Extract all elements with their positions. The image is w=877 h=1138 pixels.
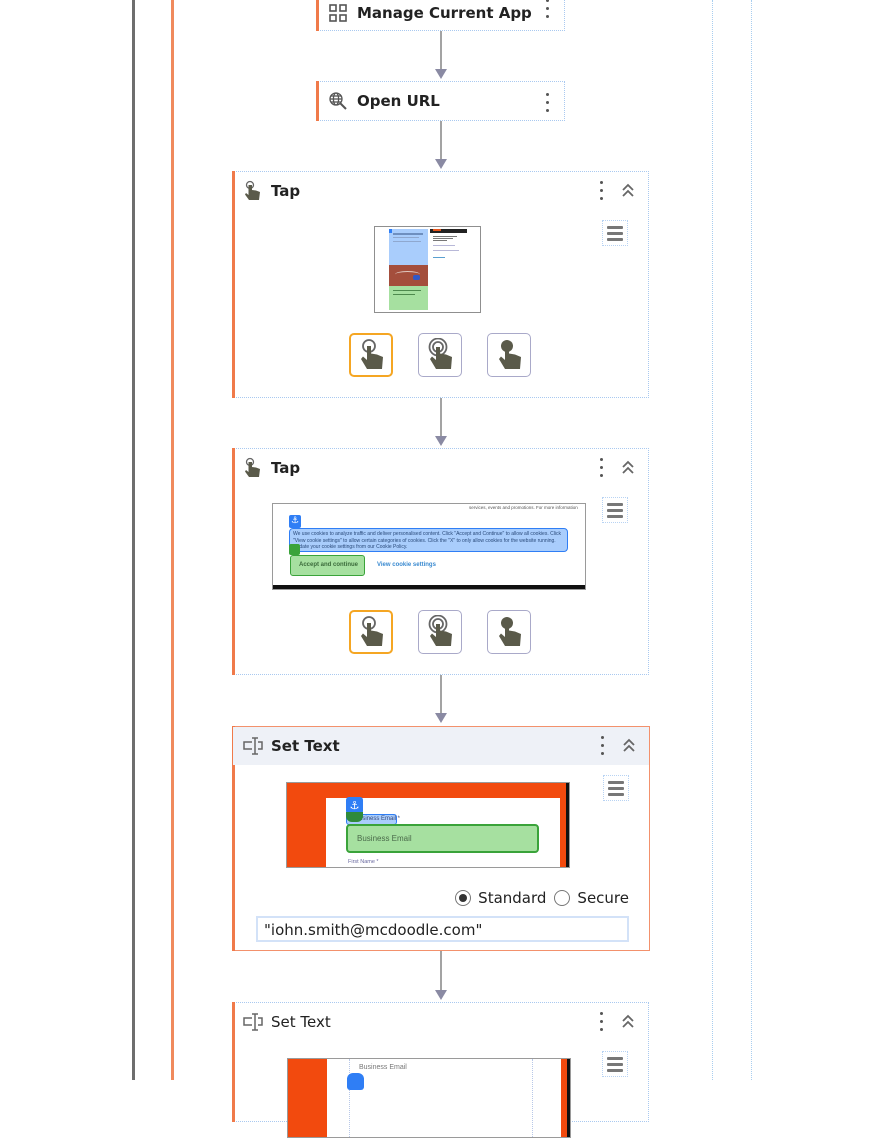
collapse-icon[interactable] (621, 736, 637, 754)
tap-mode-double-tap-button[interactable] (418, 610, 462, 654)
more-options-icon[interactable] (598, 1012, 604, 1031)
step-set-text-2[interactable]: Set Text Business Email (232, 1002, 649, 1138)
step-tap-1[interactable]: Tap (232, 171, 649, 398)
long-press-icon (499, 340, 521, 369)
guide-line (712, 0, 713, 1080)
target-marker (289, 544, 300, 555)
field-label: Business Email (359, 1064, 407, 1071)
step-header: Tap (233, 172, 648, 210)
step-title: Set Text (271, 1013, 331, 1031)
more-options-icon[interactable] (598, 181, 604, 200)
step-set-text-1[interactable]: Set Text ⚓ Business Email * Business Ema… (232, 726, 650, 951)
connector-line (440, 951, 442, 990)
radio-standard[interactable] (455, 890, 472, 906)
tap-mode-double-tap-button[interactable] (418, 333, 462, 377)
screenshot-thumbnail[interactable] (374, 226, 481, 313)
step-tap-2[interactable]: Tap services, events and promotions. For… (232, 448, 649, 675)
tap-mode-long-press-button[interactable] (487, 333, 531, 377)
text-cursor-icon (242, 1011, 264, 1033)
connector-line (440, 398, 442, 436)
next-field-label: First Name * (348, 859, 379, 865)
group-flow-line (171, 0, 174, 1080)
globe-search-icon (327, 90, 349, 112)
arrow-down-icon (435, 159, 447, 169)
guide-line (751, 0, 752, 1080)
radio-secure[interactable] (554, 890, 571, 906)
long-press-icon (499, 617, 521, 646)
connector-line (440, 121, 442, 159)
radio-standard-label[interactable]: Standard (478, 889, 546, 907)
screenshot-thumbnail[interactable]: services, events and promotions. For mor… (272, 503, 586, 590)
grid-icon (327, 2, 349, 24)
tap-mode-selector (349, 610, 531, 654)
step-open-url[interactable]: Open URL (316, 81, 565, 121)
double-tap-icon (428, 338, 452, 369)
step-title: Set Text (271, 737, 340, 755)
details-menu-button[interactable] (603, 775, 629, 801)
details-menu-button[interactable] (602, 1051, 628, 1077)
collapse-icon[interactable] (620, 1012, 636, 1030)
text-value-input[interactable]: "iohn.smith@mcdoodle.com" (256, 916, 629, 942)
step-header: Tap (233, 449, 648, 487)
tap-mode-long-press-button[interactable] (487, 610, 531, 654)
single-tap-icon (361, 616, 383, 646)
thumb-top-text: services, events and promotions. For mor… (469, 505, 578, 510)
more-options-icon[interactable] (599, 736, 605, 755)
anchor-marker (347, 1073, 364, 1090)
tap-icon (242, 180, 264, 202)
details-menu-button[interactable] (602, 220, 628, 246)
screenshot-thumbnail[interactable]: ⚓ Business Email * Business Email First … (286, 782, 570, 868)
more-options-icon[interactable] (598, 458, 604, 477)
step-header: Set Text (233, 1003, 648, 1041)
text-cursor-icon (242, 735, 264, 757)
outer-flow-line (132, 0, 135, 1080)
accept-button-highlight: Accept and continue (290, 555, 365, 576)
connector-line (440, 31, 442, 69)
more-options-icon[interactable] (544, 0, 550, 18)
radio-secure-label[interactable]: Secure (577, 889, 629, 907)
step-header: Set Text (233, 727, 649, 765)
more-options-icon[interactable] (544, 93, 550, 112)
arrow-down-icon (435, 713, 447, 723)
step-title: Open URL (357, 92, 440, 110)
step-title: Manage Current App (357, 3, 532, 22)
input-mode-selector: Standard Secure (455, 889, 629, 907)
screenshot-thumbnail[interactable]: Business Email (287, 1058, 571, 1138)
single-tap-icon (361, 339, 383, 369)
collapse-icon[interactable] (620, 458, 636, 476)
double-tap-icon (428, 615, 452, 646)
step-title: Tap (271, 459, 301, 477)
tap-mode-tap-button[interactable] (349, 333, 393, 377)
tap-icon (242, 457, 264, 479)
arrow-down-icon (435, 69, 447, 79)
arrow-down-icon (435, 436, 447, 446)
anchor-marker: ⚓ (289, 515, 301, 528)
tap-mode-tap-button[interactable] (349, 610, 393, 654)
step-title: Tap (271, 182, 301, 200)
step-manage-current-app[interactable]: Manage Current App (316, 0, 565, 31)
email-field-highlight: Business Email (346, 824, 539, 853)
tap-mode-selector (349, 333, 531, 377)
target-marker (346, 812, 363, 822)
cookie-banner-highlight: We use cookies to analyze traffic and de… (289, 528, 568, 552)
collapse-icon[interactable] (620, 181, 636, 199)
arrow-down-icon (435, 990, 447, 1000)
connector-line (440, 675, 442, 713)
details-menu-button[interactable] (602, 497, 628, 523)
view-settings-link: View cookie settings (377, 562, 436, 568)
